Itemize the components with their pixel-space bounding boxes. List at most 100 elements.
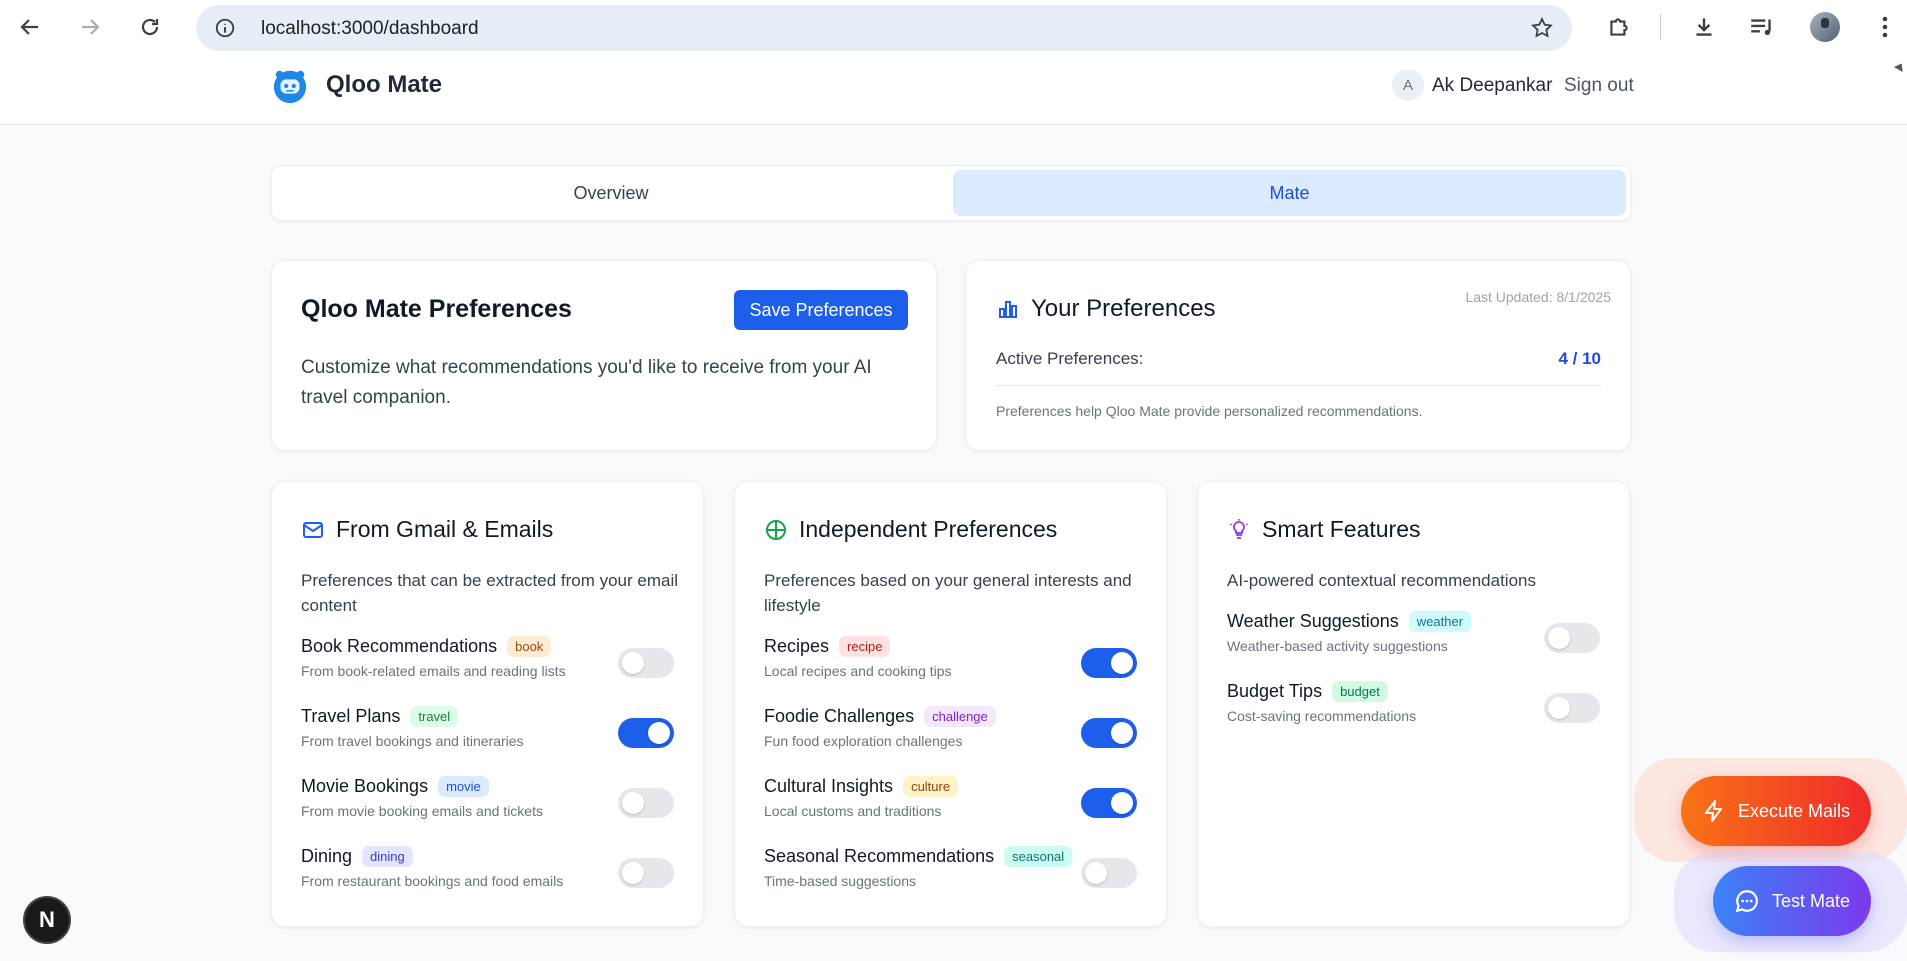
active-preferences-label: Active Preferences: (996, 349, 1144, 368)
dev-tools-badge[interactable]: N (23, 896, 71, 944)
recipes-toggle[interactable] (1081, 648, 1137, 678)
category-badge: recipe (839, 636, 891, 657)
save-preferences-button[interactable]: Save Preferences (734, 290, 908, 330)
lightbulb-icon (1230, 519, 1248, 539)
toggle-knob (648, 722, 670, 744)
preference-item-movie: Movie Bookings movie From movie booking e… (301, 776, 674, 846)
toggle-knob (622, 652, 644, 674)
url-text[interactable]: localhost:3000/dashboard (261, 18, 479, 40)
media-button[interactable] (1747, 12, 1777, 42)
budget-toggle[interactable] (1544, 693, 1600, 723)
reload-button[interactable] (130, 10, 170, 44)
preference-item-dining: Dining dining From restaurant bookings an… (301, 846, 674, 916)
playlist-icon (1751, 19, 1771, 36)
section-title: Independent Preferences (799, 516, 1058, 542)
arrow-right-icon (82, 19, 100, 35)
preference-subtitle: Fun food exploration challenges (764, 733, 963, 749)
preference-label: Weather Suggestions (1227, 611, 1399, 631)
tab-mate[interactable]: Mate (953, 170, 1626, 216)
preference-item-travel: Travel Plans travel From travel bookings … (301, 706, 674, 776)
preference-item-recipes: Recipes recipe Local recipes and cooking … (764, 636, 1137, 706)
book-toggle[interactable] (618, 648, 674, 678)
preference-label: Foodie Challenges (764, 706, 915, 726)
test-mate-button[interactable]: Test Mate (1713, 866, 1871, 936)
seasonal-toggle[interactable] (1081, 858, 1137, 888)
toggle-knob (1085, 862, 1107, 884)
reload-icon (141, 18, 159, 36)
gmail-preferences-card: From Gmail & Emails Preferences that can… (271, 481, 704, 927)
category-badge: travel (410, 706, 459, 727)
preference-label: Movie Bookings (301, 776, 429, 796)
foodie-toggle[interactable] (1081, 718, 1137, 748)
browser-toolbar: localhost:3000/dashboard (0, 0, 1907, 55)
last-updated: Last Updated: 8/1/2025 (1465, 289, 1611, 305)
preference-subtitle: From book-related emails and reading lis… (301, 663, 566, 679)
your-preferences-title: Your Preferences (1031, 295, 1216, 322)
toggle-knob (1548, 697, 1570, 719)
preference-item-seasonal: Seasonal Recommendations seasonal Time-ba… (764, 846, 1137, 916)
toggle-knob (1111, 792, 1133, 814)
profile-avatar[interactable] (1810, 12, 1840, 42)
downloads-button[interactable] (1689, 12, 1719, 42)
category-badge: dining (362, 846, 413, 867)
view-tabs: Overview Mate (271, 165, 1631, 221)
robot-logo-icon (273, 70, 307, 104)
preference-label: Budget Tips (1227, 681, 1323, 701)
tab-overview[interactable]: Overview (276, 170, 946, 216)
preference-label: Recipes (764, 636, 830, 656)
preference-subtitle: Local recipes and cooking tips (764, 663, 952, 679)
toggle-knob (1548, 627, 1570, 649)
preference-subtitle: Local customs and traditions (764, 803, 942, 819)
section-description: Preferences based on your general intere… (764, 571, 1132, 615)
execute-mails-label: Execute Mails (1737, 800, 1851, 821)
divider (996, 385, 1601, 386)
kebab-menu-icon (1882, 16, 1888, 38)
travel-toggle[interactable] (618, 718, 674, 748)
preference-subtitle: Cost-saving recommendations (1227, 708, 1417, 724)
preference-item-book: Book Recommendations book From book-relat… (301, 636, 674, 706)
preference-subtitle: Weather-based activity suggestions (1227, 638, 1448, 654)
independent-preferences-card: Independent Preferences Preferences base… (734, 481, 1167, 927)
category-badge: budget (1332, 681, 1388, 702)
extensions-button[interactable] (1604, 12, 1634, 42)
preference-subtitle: From restaurant bookings and food emails (301, 873, 564, 889)
category-badge: culture (903, 776, 959, 797)
preference-item-budget: Budget Tips budget Cost-saving recommenda… (1227, 681, 1600, 751)
info-icon[interactable] (214, 17, 236, 39)
mail-icon (303, 522, 323, 538)
weather-toggle[interactable] (1544, 623, 1600, 653)
section-description: Preferences that can be extracted from y… (301, 571, 679, 615)
preference-item-weather: Weather Suggestions weather Weather-based… (1227, 611, 1600, 681)
preference-label: Seasonal Recommendations (764, 846, 995, 866)
category-badge: seasonal (1004, 846, 1073, 867)
preference-label: Cultural Insights (764, 776, 894, 796)
smart-features-card: Smart Features AI-powered contextual rec… (1197, 481, 1630, 927)
back-button[interactable] (10, 10, 50, 44)
user-avatar[interactable]: A (1392, 69, 1424, 101)
browser-menu-button[interactable] (1870, 12, 1900, 42)
star-icon[interactable] (1530, 16, 1554, 40)
section-title: Smart Features (1262, 516, 1421, 542)
your-preferences-card: Your Preferences Last Updated: 8/1/2025 … (965, 260, 1631, 451)
sign-out-link[interactable]: Sign out (1564, 75, 1634, 97)
execute-mails-button[interactable]: Execute Mails (1681, 776, 1871, 846)
chat-icon (1735, 890, 1758, 913)
globe-icon (766, 520, 786, 540)
preference-label: Book Recommendations (301, 636, 498, 656)
section-description: AI-powered contextual recommendations (1227, 571, 1536, 590)
active-preferences-count: 4 / 10 (1558, 349, 1601, 368)
dining-toggle[interactable] (618, 858, 674, 888)
preference-subtitle: From movie booking emails and tickets (301, 803, 543, 819)
user-name: Ak Deepankar (1432, 75, 1553, 96)
culture-toggle[interactable] (1081, 788, 1137, 818)
forward-button[interactable] (70, 10, 110, 44)
preference-item-foodie: Foodie Challenges challenge Fun food expl… (764, 706, 1137, 776)
bar-chart-icon (999, 301, 1017, 318)
app-header: Qloo Mate A Ak Deepankar Sign out (0, 55, 1907, 125)
category-badge: book (507, 636, 552, 657)
toolbar-separator (1660, 14, 1661, 40)
lightning-icon (1704, 800, 1722, 822)
address-bar[interactable]: localhost:3000/dashboard (196, 5, 1572, 51)
download-icon (1696, 18, 1712, 36)
movie-toggle[interactable] (618, 788, 674, 818)
